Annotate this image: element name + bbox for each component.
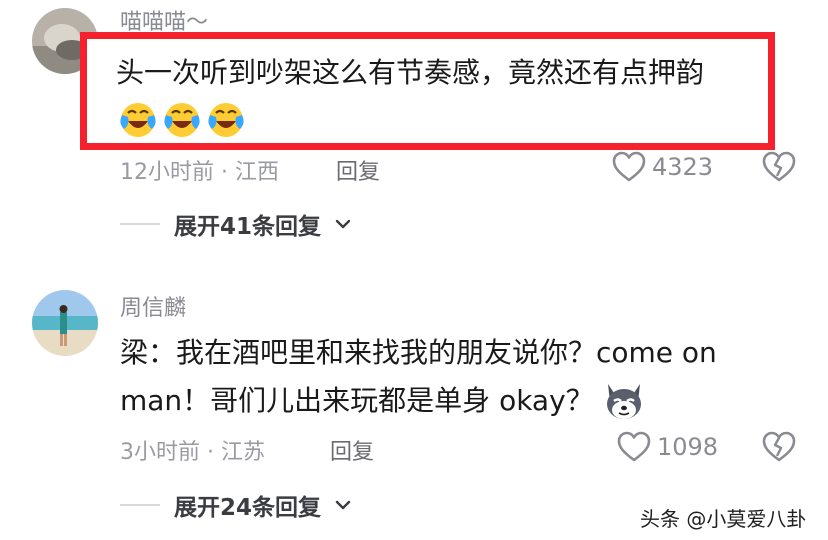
comment-meta: 3小时前 · 江苏 bbox=[120, 440, 265, 465]
divider-line bbox=[120, 504, 160, 506]
comment-username[interactable]: 周信麟 bbox=[120, 290, 186, 322]
broken-heart-icon bbox=[762, 151, 796, 182]
expand-replies-label: 展开24条回复 bbox=[174, 495, 322, 521]
expand-replies-label: 展开41条回复 bbox=[174, 214, 322, 240]
dislike-button[interactable] bbox=[762, 431, 796, 467]
comment-text: 头一次听到吵架这么有节奏感，竟然还有点押韵 bbox=[116, 56, 705, 89]
like-button[interactable]: 4323 bbox=[612, 151, 713, 183]
heart-icon bbox=[612, 151, 646, 182]
reply-button[interactable]: 回复 bbox=[330, 434, 374, 466]
like-count: 4323 bbox=[652, 153, 714, 181]
chevron-down-icon bbox=[335, 219, 351, 229]
comment-text-line1: 梁：我在酒吧里和来找我的朋友说你？come on bbox=[120, 336, 717, 369]
crying-laughing-face-icon bbox=[164, 103, 200, 137]
avatar[interactable] bbox=[32, 290, 98, 356]
crying-laughing-face-icon bbox=[208, 103, 244, 137]
husky-dog-face-icon bbox=[606, 384, 641, 419]
like-button[interactable]: 1098 bbox=[617, 431, 718, 463]
chevron-down-icon bbox=[335, 500, 351, 510]
expand-replies-button[interactable]: 展开41条回复 bbox=[120, 207, 351, 241]
like-count: 1098 bbox=[657, 433, 719, 461]
broken-heart-icon bbox=[762, 431, 796, 462]
crying-laughing-face-icon bbox=[120, 103, 156, 137]
expand-replies-button[interactable]: 展开24条回复 bbox=[120, 488, 351, 522]
heart-icon bbox=[617, 431, 651, 462]
watermark: 头条 @小莫爱八卦 bbox=[640, 507, 807, 531]
dislike-button[interactable] bbox=[762, 151, 796, 187]
comment-text-line2-row: man！哥们儿出来玩都是单身 okay？ bbox=[120, 377, 646, 425]
comment-meta: 12小时前 · 江西 bbox=[120, 160, 279, 185]
comment-text-line2: man！哥们儿出来玩都是单身 okay？ bbox=[120, 384, 594, 417]
divider-line bbox=[120, 223, 160, 225]
comment-emoji-row bbox=[118, 99, 250, 139]
reply-button[interactable]: 回复 bbox=[336, 154, 380, 186]
